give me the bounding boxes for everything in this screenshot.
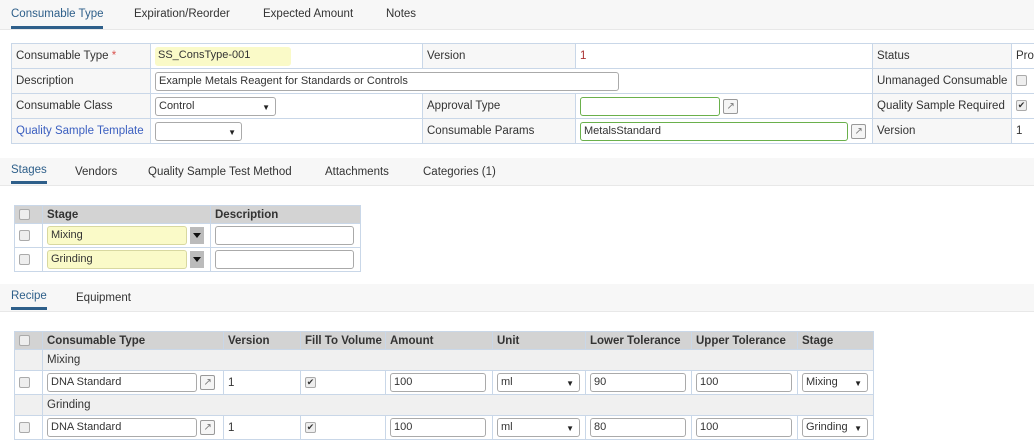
- column-header-description: Description: [210, 205, 361, 224]
- open-external-icon[interactable]: ↗: [200, 420, 216, 435]
- tab-consumable-type[interactable]: Consumable Type: [11, 8, 104, 29]
- stage-field[interactable]: Mixing: [47, 226, 187, 245]
- dropdown-arrow-icon[interactable]: [190, 251, 205, 268]
- group-header-mixing: Mixing: [42, 349, 874, 371]
- tab-vendors[interactable]: Vendors: [75, 166, 117, 178]
- params-version-value: 1: [1011, 118, 1034, 144]
- recipe-tabs: Recipe Equipment: [0, 284, 1034, 312]
- tab-expected-amount[interactable]: Expected Amount: [263, 8, 353, 20]
- open-external-icon[interactable]: ↗: [851, 123, 867, 139]
- open-external-icon[interactable]: ↗: [723, 98, 739, 114]
- table-row: Grinding: [14, 247, 361, 272]
- row-checkbox[interactable]: [19, 421, 30, 433]
- tab-equipment[interactable]: Equipment: [76, 292, 131, 304]
- description-field[interactable]: [215, 250, 354, 269]
- recipe-table: Consumable Type Version Fill To Volume A…: [14, 331, 874, 440]
- consumable-type-field[interactable]: DNA Standard: [47, 418, 197, 437]
- table-row: DNA Standard ↗ 1 ✔ 100 ml 90 100 Mixing: [14, 370, 874, 395]
- stage-select[interactable]: Grinding: [802, 418, 868, 437]
- amount-field[interactable]: 100: [390, 373, 486, 392]
- quality-sample-template-select[interactable]: [155, 121, 242, 141]
- tab-stages[interactable]: Stages: [11, 164, 47, 184]
- consumable-type-field[interactable]: SS_ConsType-001: [155, 46, 291, 66]
- row-checkbox[interactable]: [19, 253, 30, 265]
- column-header-upper-tolerance: Upper Tolerance: [691, 331, 798, 350]
- tab-categories[interactable]: Categories (1): [423, 166, 496, 178]
- params-version-label: Version: [872, 118, 1012, 144]
- top-tabs: Consumable Type Expiration/Reorder Expec…: [0, 0, 1034, 30]
- unit-select[interactable]: ml: [497, 418, 580, 437]
- consumable-type-label: Consumable Type *: [11, 43, 151, 69]
- version-value: 1: [223, 415, 301, 440]
- column-header-amount: Amount: [385, 331, 493, 350]
- tab-expiration-reorder[interactable]: Expiration/Reorder: [134, 8, 230, 20]
- tab-recipe[interactable]: Recipe: [11, 290, 47, 310]
- column-header-stage: Stage: [42, 205, 211, 224]
- upper-tolerance-field[interactable]: 100: [696, 373, 792, 392]
- upper-tolerance-field[interactable]: 100: [696, 418, 792, 437]
- row-checkbox[interactable]: [19, 229, 30, 241]
- dropdown-arrow-icon[interactable]: [190, 227, 205, 244]
- unmanaged-consumable-checkbox[interactable]: [1016, 75, 1027, 87]
- detail-tabs: Stages Vendors Quality Sample Test Metho…: [0, 158, 1034, 186]
- column-header-stage: Stage: [797, 331, 874, 350]
- consumable-params-label: Consumable Params: [422, 118, 576, 144]
- column-header-lower-tolerance: Lower Tolerance: [585, 331, 692, 350]
- unmanaged-consumable-label: Unmanaged Consumable: [872, 68, 1012, 94]
- approval-type-label: Approval Type: [422, 93, 576, 119]
- group-header-grinding: Grinding: [42, 394, 874, 416]
- version-value: 1: [575, 43, 873, 69]
- description-field[interactable]: Example Metals Reagent for Standards or …: [155, 71, 619, 91]
- consumable-type-field[interactable]: DNA Standard: [47, 373, 197, 392]
- stage-select[interactable]: Mixing: [802, 373, 868, 392]
- amount-field[interactable]: 100: [390, 418, 486, 437]
- consumable-class-select[interactable]: Control: [155, 96, 276, 116]
- consumable-form: Consumable Type * SS_ConsType-001 Versio…: [11, 43, 1034, 144]
- tab-notes[interactable]: Notes: [386, 8, 416, 20]
- consumable-class-label: Consumable Class: [11, 93, 151, 119]
- tab-attachments[interactable]: Attachments: [325, 166, 389, 178]
- description-label: Description: [11, 68, 151, 94]
- stage-field[interactable]: Grinding: [47, 250, 187, 269]
- unit-select[interactable]: ml: [497, 373, 580, 392]
- version-value: 1: [223, 370, 301, 395]
- consumable-params-field[interactable]: MetalsStandard: [580, 121, 848, 141]
- lower-tolerance-field[interactable]: 90: [590, 373, 686, 392]
- quality-sample-required-label: Quality Sample Required: [872, 93, 1012, 119]
- table-row: DNA Standard ↗ 1 ✔ 100 ml 80 100 Grindin…: [14, 415, 874, 440]
- status-value: Prov: [1011, 43, 1034, 69]
- column-header-consumable-type: Consumable Type: [42, 331, 224, 350]
- row-checkbox[interactable]: [19, 376, 30, 388]
- version-label: Version: [422, 43, 576, 69]
- quality-sample-template-link[interactable]: Quality Sample Template: [11, 118, 151, 144]
- fill-to-volume-checkbox[interactable]: ✔: [305, 421, 316, 433]
- description-field[interactable]: [215, 226, 354, 245]
- table-row: Mixing: [14, 223, 361, 248]
- status-label: Status: [872, 43, 1012, 69]
- fill-to-volume-checkbox[interactable]: ✔: [305, 376, 316, 388]
- column-header-fill-to-volume: Fill To Volume: [300, 331, 386, 350]
- select-all-checkbox[interactable]: [19, 208, 30, 220]
- tab-quality-sample-test-method[interactable]: Quality Sample Test Method: [148, 166, 292, 178]
- approval-type-field[interactable]: [580, 96, 720, 116]
- quality-sample-required-checkbox[interactable]: ✔: [1016, 100, 1027, 112]
- column-header-unit: Unit: [492, 331, 586, 350]
- column-header-version: Version: [223, 331, 301, 350]
- stages-table: Stage Description Mixing Grinding: [14, 205, 361, 272]
- lower-tolerance-field[interactable]: 80: [590, 418, 686, 437]
- select-all-checkbox[interactable]: [19, 334, 30, 346]
- open-external-icon[interactable]: ↗: [200, 375, 216, 390]
